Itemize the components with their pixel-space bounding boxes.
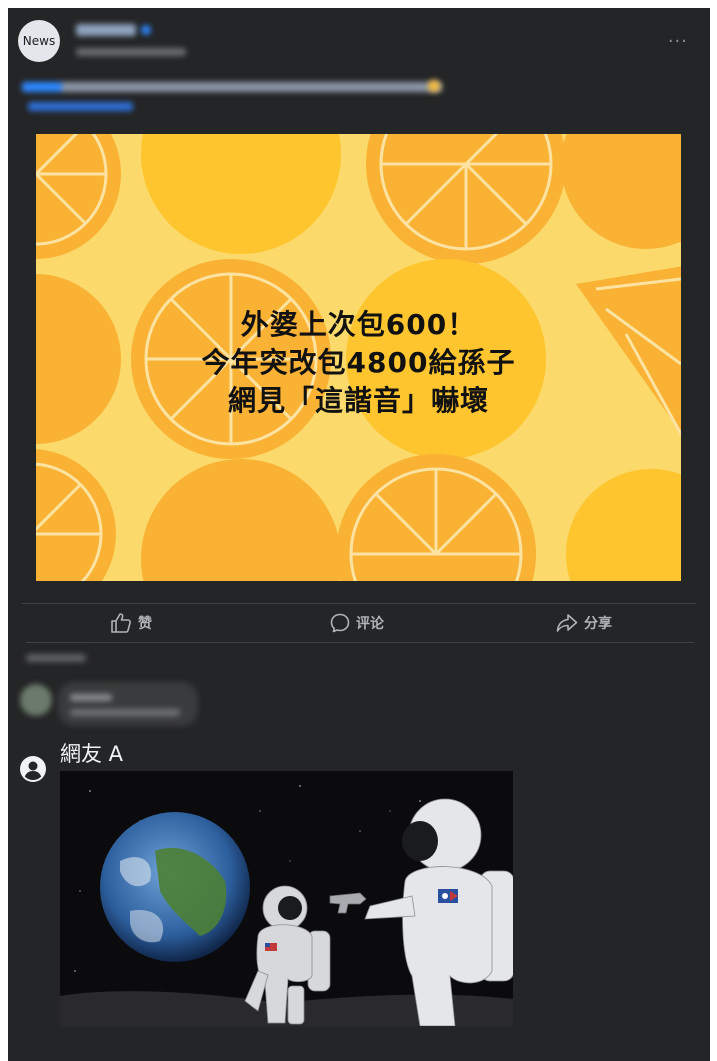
headline-line-3: 網見「這諧音」嚇壞	[227, 384, 489, 417]
action-bar: 赞 评论 分享	[22, 606, 696, 640]
comment-icon	[330, 613, 350, 633]
divider-top	[22, 603, 696, 604]
post-timestamp-blurred[interactable]	[76, 48, 186, 56]
comment-label: 评论	[356, 616, 384, 632]
reply-author-name[interactable]: 網友 A	[60, 738, 123, 768]
comment-button[interactable]: 评论	[330, 606, 384, 640]
astronaut-scene	[60, 771, 513, 1026]
reply-image-astronaut-meme[interactable]	[60, 771, 513, 1026]
page-avatar-text: News	[22, 34, 56, 48]
emoji-icon	[428, 80, 440, 92]
page-avatar[interactable]: News	[18, 20, 60, 62]
user-avatar-icon	[20, 756, 46, 782]
headline-line-1: 外婆上次包600！	[240, 308, 477, 341]
facebook-post: News ··· 外婆上次包600！ 今年突改包4800給孫子 網見「這諧音」嚇…	[8, 8, 710, 1061]
share-label: 分享	[584, 616, 612, 632]
like-button[interactable]: 赞	[110, 606, 152, 640]
thumbs-up-icon	[111, 613, 131, 633]
post-caption-blurred	[22, 82, 442, 92]
post-image[interactable]: 外婆上次包600！ 今年突改包4800給孫子 網見「這諧音」嚇壞	[36, 134, 681, 581]
commenter-avatar-blurred[interactable]	[20, 684, 52, 716]
page-name-blurred[interactable]	[76, 24, 136, 36]
comment-bubble-blurred	[58, 682, 198, 726]
comment-filter-blurred[interactable]	[26, 654, 86, 662]
headline-line-2: 今年突改包4800給孫子	[201, 346, 516, 379]
headline: 外婆上次包600！ 今年突改包4800給孫子 網見「這諧音」嚇壞	[36, 306, 681, 420]
verified-badge-icon	[141, 25, 151, 35]
share-icon	[556, 614, 578, 632]
share-button[interactable]: 分享	[556, 606, 612, 640]
divider-bottom	[26, 642, 694, 643]
post-link-blurred[interactable]	[28, 102, 133, 111]
like-label: 赞	[138, 616, 152, 632]
more-options-icon[interactable]: ···	[668, 33, 688, 51]
